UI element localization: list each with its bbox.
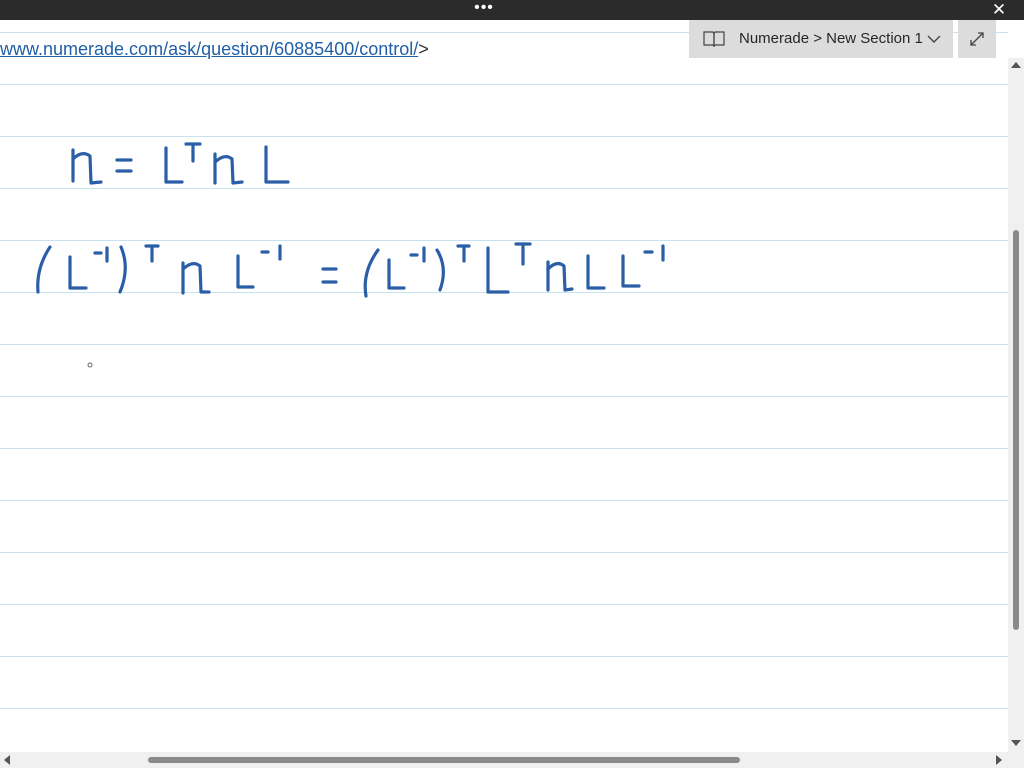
close-icon[interactable]: ✕: [988, 0, 1010, 20]
vertical-scrollbar[interactable]: [1008, 58, 1024, 752]
chevron-down-icon[interactable]: [927, 33, 941, 45]
scroll-down-icon[interactable]: [1011, 740, 1021, 746]
title-bar: ••• ✕: [0, 0, 1024, 20]
horizontal-scrollbar[interactable]: [0, 752, 1008, 768]
handwritten-ink: [36, 142, 665, 368]
section-breadcrumb[interactable]: Numerade > New Section 1: [689, 20, 953, 58]
ink-strokes: [36, 142, 665, 298]
expand-button[interactable]: [958, 20, 996, 58]
cursor-dot: [87, 362, 93, 368]
scroll-left-icon[interactable]: [4, 755, 10, 765]
more-options-icon[interactable]: •••: [472, 0, 496, 20]
scroll-right-icon[interactable]: [996, 755, 1002, 765]
scrollbar-corner: [1008, 752, 1024, 768]
expand-icon: [970, 32, 984, 46]
breadcrumb-label: Numerade > New Section 1: [739, 30, 923, 47]
scroll-up-icon[interactable]: [1011, 62, 1021, 68]
note-page[interactable]: www.numerade.com/ask/question/60885400/c…: [0, 20, 1008, 752]
horizontal-scroll-thumb[interactable]: [148, 757, 740, 763]
book-icon: [703, 31, 725, 47]
vertical-scroll-thumb[interactable]: [1013, 230, 1019, 630]
